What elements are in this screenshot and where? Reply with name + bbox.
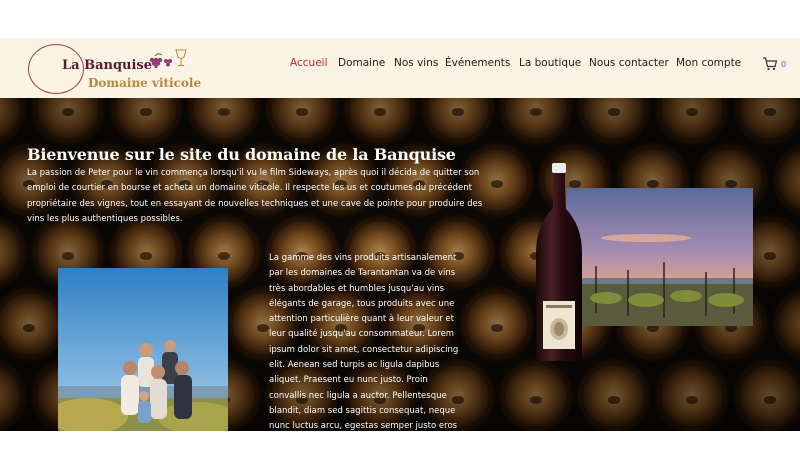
nav-item-evenements[interactable]: Événements [445, 57, 510, 69]
grapes-glass-icon [149, 49, 187, 68]
nav-item-mon-compte[interactable]: Mon compte [676, 57, 741, 69]
nav-item-domaine[interactable]: Domaine [338, 57, 385, 69]
family-photo [58, 268, 228, 431]
vineyard-photo [566, 188, 753, 326]
nav-item-nous-contacter[interactable]: Nous contacter [589, 57, 669, 69]
intro-paragraph: La passion de Peter pour le vin commença… [27, 168, 483, 224]
bottom-margin [0, 431, 800, 469]
hero-title: Bienvenue sur le site du domaine de la B… [27, 144, 456, 164]
wine-range-paragraph: La gamme des vins produits artisanalemen… [269, 253, 459, 431]
nav-item-accueil[interactable]: Accueil [290, 57, 328, 69]
brand-name: La Banquise [62, 58, 153, 73]
wine-bottle-image [530, 163, 590, 363]
nav-item-nos-vins[interactable]: Nos vins [394, 57, 438, 69]
site-logo[interactable]: La Banquise Domaine viticole [28, 44, 201, 94]
shopping-cart-icon [763, 57, 778, 71]
cart-count-badge: 0 [778, 59, 789, 70]
top-margin [0, 0, 800, 38]
cart-button[interactable]: 0 [762, 56, 792, 74]
nav-item-la-boutique[interactable]: La boutique [519, 57, 581, 69]
brand-tagline: Domaine viticole [88, 76, 202, 90]
